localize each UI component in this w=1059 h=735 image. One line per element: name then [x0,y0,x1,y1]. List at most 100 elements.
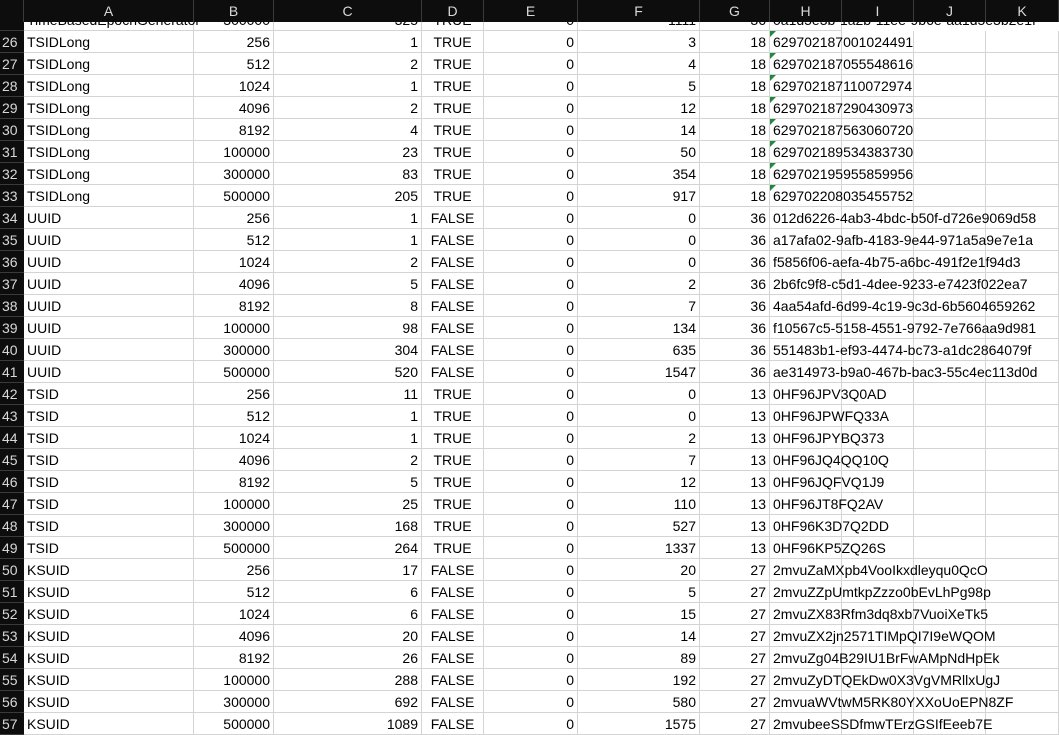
cell-a[interactable]: UUID [24,361,194,383]
column-header-k[interactable]: K [986,0,1059,22]
cell-e[interactable]: 0 [484,141,578,163]
cell-g[interactable]: 18 [700,141,770,163]
cell-g[interactable]: 13 [700,493,770,515]
cell-d[interactable]: TRUE [422,449,484,471]
cell-c[interactable]: 11 [274,383,422,405]
cell-k[interactable] [986,31,1059,53]
cell-g[interactable]: 18 [700,31,770,53]
cell-h[interactable]: ae314973-b9a0-467b-bac3-55c4ec113d0d [770,361,1037,383]
cell-c[interactable]: 83 [274,163,422,185]
cell-f[interactable]: 12 [578,471,700,493]
cell-h[interactable]: 629702187563060720 [770,119,913,141]
cell-c[interactable]: 2 [274,97,422,119]
cell-f[interactable]: 89 [578,647,700,669]
cell-g[interactable]: 27 [700,559,770,581]
cell-a[interactable]: KSUID [24,647,194,669]
cell-d[interactable]: FALSE [422,581,484,603]
cell-h[interactable]: a17afa02-9afb-4183-9e44-971a5a9e7e1a [770,229,1033,251]
cell-e[interactable]: 0 [484,97,578,119]
cell-g[interactable]: 27 [700,713,770,735]
cell-f[interactable]: 14 [578,625,700,647]
cell-c[interactable]: 2 [274,449,422,471]
column-header-b[interactable]: B [194,0,274,22]
cell-h[interactable]: 2mvuZX2jn2571TIMpQI7I9eWQOM [770,625,996,647]
row-header[interactable]: 39 [0,317,24,339]
cell-e[interactable]: 0 [484,471,578,493]
cell-b[interactable]: 300000 [194,163,274,185]
number-as-text-warning-icon[interactable] [770,119,776,125]
cell-a[interactable]: TSIDLong [24,141,194,163]
cell-g[interactable]: 27 [700,669,770,691]
cell-f[interactable]: 1575 [578,713,700,735]
cell-d[interactable]: TRUE [422,471,484,493]
cell-b[interactable]: 512 [194,53,274,75]
cell-f[interactable]: 7 [578,295,700,317]
cell-f[interactable]: 5 [578,581,700,603]
cell-d[interactable]: FALSE [422,273,484,295]
cell-e[interactable]: 0 [484,361,578,383]
row-header[interactable]: 44 [0,427,24,449]
cell-e[interactable]: 0 [484,625,578,647]
cell-k[interactable] [986,581,1059,603]
cell-e[interactable]: 0 [484,515,578,537]
cell-k[interactable] [986,471,1059,493]
cell-c[interactable]: 6 [274,581,422,603]
cell-a[interactable]: TSID [24,405,194,427]
cell-h[interactable]: 4aa54afd-6d99-4c19-9c3d-6b5604659262 [770,295,1035,317]
row-header[interactable]: 41 [0,361,24,383]
column-header-d[interactable]: D [422,0,484,22]
cell-k[interactable] [986,537,1059,559]
cell-d[interactable]: TRUE [422,119,484,141]
cell-d[interactable]: FALSE [422,603,484,625]
cell-e[interactable]: 0 [484,31,578,53]
cell-b[interactable]: 100000 [194,669,274,691]
cell-b[interactable]: 256 [194,207,274,229]
cell-b[interactable]: 4096 [194,273,274,295]
cell-c[interactable]: 1 [274,31,422,53]
row-header[interactable]: 40 [0,339,24,361]
cell-g[interactable]: 18 [700,75,770,97]
number-as-text-warning-icon[interactable] [770,53,776,59]
cell-c[interactable]: 692 [274,691,422,713]
cell-c[interactable]: 1 [274,405,422,427]
cell-f[interactable]: 354 [578,163,700,185]
cell-a[interactable]: KSUID [24,559,194,581]
row-header[interactable]: 49 [0,537,24,559]
cell-a[interactable]: KSUID [24,669,194,691]
row-header[interactable]: 48 [0,515,24,537]
cell-g[interactable]: 27 [700,625,770,647]
cell-h[interactable]: 2mvuZZpUmtkpZzzo0bEvLhPg98p [770,581,991,603]
cell-e[interactable]: 0 [484,427,578,449]
cell-a[interactable]: KSUID [24,713,194,735]
cell-c[interactable]: 205 [274,185,422,207]
cell-a[interactable]: KSUID [24,691,194,713]
column-header-f[interactable]: F [578,0,700,22]
cell-b[interactable]: 8192 [194,295,274,317]
cell-a[interactable]: UUID [24,229,194,251]
cell-k[interactable] [986,559,1059,581]
cell-c[interactable]: 23 [274,141,422,163]
cell-b[interactable]: 256 [194,559,274,581]
cell-k[interactable] [986,185,1059,207]
cell-a[interactable]: TSID [24,471,194,493]
cell-g[interactable]: 27 [700,691,770,713]
cell-e[interactable]: 0 [484,581,578,603]
cell-c[interactable]: 25 [274,493,422,515]
cell-h[interactable]: 629702208035455752 [770,185,913,207]
cell-h[interactable]: 629702187001024491 [770,31,913,53]
cell-h[interactable]: 0HF96K3D7Q2DD [770,515,889,537]
cell-a[interactable]: TSIDLong [24,75,194,97]
cell-h[interactable]: 551483b1-ef93-4474-bc73-a1dc2864079f [770,339,1031,361]
cell-d[interactable]: FALSE [422,251,484,273]
cell-g[interactable]: 13 [700,537,770,559]
cell-a[interactable]: TSIDLong [24,53,194,75]
row-header[interactable]: 36 [0,251,24,273]
cell-f[interactable]: 635 [578,339,700,361]
cell-k[interactable] [986,383,1059,405]
cell-h[interactable]: 2mvuZyDTQEkDw0X3VgVMRllxUgJ [770,669,1000,691]
number-as-text-warning-icon[interactable] [770,75,776,81]
cell-f[interactable]: 50 [578,141,700,163]
cell-d[interactable]: FALSE [422,361,484,383]
cell-g[interactable]: 13 [700,427,770,449]
cell-g[interactable]: 36 [700,229,770,251]
